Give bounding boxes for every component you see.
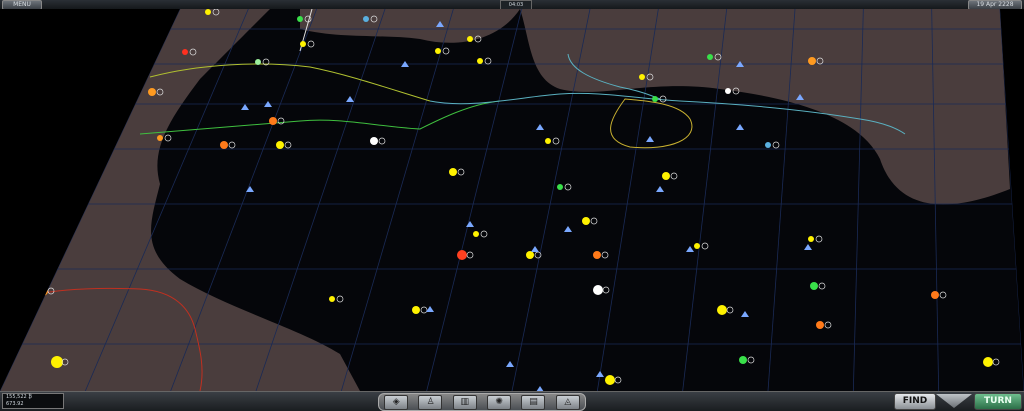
star-system[interactable] [205,9,211,15]
star-system[interactable] [810,282,818,290]
bottom-bar: 155,522 ₿ 673.92 ◈ ♙ ▥ ✺ ▤ ◬ FIND TURN [0,391,1024,411]
star-system[interactable] [220,141,228,149]
star-system[interactable] [526,251,534,259]
tool-button-5[interactable]: ▤ [521,394,546,410]
star-system[interactable] [473,231,479,237]
star-system[interactable] [148,88,156,96]
treasury-income: 673.92 [6,401,24,407]
star-system[interactable] [449,168,457,176]
tool-strip: ◈ ♙ ▥ ✺ ▤ ◬ [378,393,586,411]
star-system[interactable] [725,88,731,94]
star-system[interactable] [51,356,63,368]
star-system[interactable] [639,74,645,80]
tool-button-2[interactable]: ♙ [418,394,443,410]
star-system[interactable] [739,356,747,364]
star-system[interactable] [707,54,713,60]
star-system[interactable] [808,57,816,65]
star-system[interactable] [765,142,771,148]
star-system[interactable] [717,305,727,315]
star-system[interactable] [477,58,483,64]
star-system[interactable] [276,141,284,149]
star-system[interactable] [652,96,658,102]
tool-button-1[interactable]: ◈ [384,394,409,410]
star-system[interactable] [435,48,441,54]
tool-button-4[interactable]: ✺ [487,394,512,410]
star-system[interactable] [593,285,603,295]
tool-button-3[interactable]: ▥ [452,394,477,410]
treasury-panel: 155,522 ₿ 673.92 [2,393,64,409]
star-system[interactable] [983,357,993,367]
treasury-amount: 155,522 ₿ [6,394,32,400]
star-system[interactable] [363,16,369,22]
star-system[interactable] [157,135,163,141]
star-system[interactable] [182,49,188,55]
star-system[interactable] [582,217,590,225]
find-button[interactable]: FIND [894,393,936,410]
star-system[interactable] [694,243,700,249]
star-system[interactable] [269,117,277,125]
star-system[interactable] [931,291,939,299]
star-system[interactable] [329,296,335,302]
star-system[interactable] [593,251,601,259]
star-system[interactable] [297,16,303,22]
star-system[interactable] [412,306,420,314]
star-system[interactable] [457,250,467,260]
star-system[interactable] [808,236,814,242]
tool-button-6[interactable]: ◬ [555,394,580,410]
star-system[interactable] [557,184,563,190]
star-system[interactable] [662,172,670,180]
galaxy-map[interactable] [0,9,1024,391]
star-system[interactable] [605,375,615,385]
turn-button[interactable]: TURN [974,393,1022,410]
star-system[interactable] [255,59,261,65]
star-system[interactable] [467,36,473,42]
star-system[interactable] [816,321,824,329]
star-system[interactable] [545,138,551,144]
chevron-down-icon [936,394,972,408]
star-system[interactable] [300,41,306,47]
star-system[interactable] [370,137,378,145]
